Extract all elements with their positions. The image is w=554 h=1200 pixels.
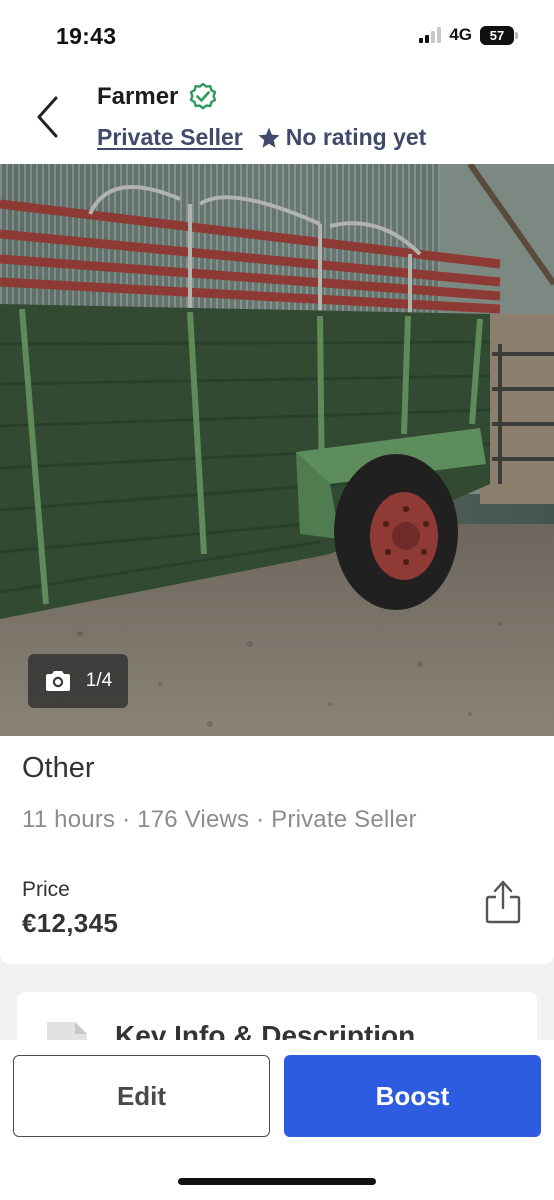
listing-photo[interactable]: 1/4 [0, 164, 554, 736]
action-bar: Edit Boost [0, 1040, 554, 1200]
verified-badge-icon [190, 82, 217, 110]
camera-icon [45, 671, 70, 691]
seller-name-row: Farmer [97, 82, 218, 112]
photo-counter: 1/4 [28, 654, 128, 708]
boost-button[interactable]: Boost [284, 1055, 541, 1137]
seller-type-link[interactable]: Private Seller [97, 124, 243, 151]
chevron-left-icon [37, 96, 58, 138]
price-value: €12,345 [22, 908, 119, 938]
status-bar: 19:43 4G 57 [0, 0, 554, 70]
seller-header: Farmer Private Seller No rating yet [0, 70, 554, 164]
photo-counter-text: 1/4 [85, 670, 113, 691]
home-indicator[interactable] [178, 1178, 376, 1185]
edit-button[interactable]: Edit [13, 1055, 270, 1137]
trailer-photo [0, 164, 554, 736]
star-icon [258, 127, 280, 148]
battery-level: 57 [489, 27, 505, 43]
status-time: 19:43 [56, 23, 117, 49]
seller-rating: No rating yet [257, 124, 427, 151]
signal-icon [419, 27, 442, 43]
rating-text: No rating yet [285, 124, 427, 150]
battery-icon: 57 [480, 25, 518, 45]
listing-info-card: Other 11 hours · 176 Views · Private Sel… [0, 736, 554, 964]
listing-title: Other [22, 752, 95, 784]
share-icon [485, 880, 521, 924]
back-button[interactable] [30, 92, 64, 142]
seller-name: Farmer [97, 83, 179, 110]
share-button[interactable] [482, 878, 524, 926]
price-label: Price [22, 878, 70, 901]
seller-meta: Private Seller No rating yet [97, 124, 426, 151]
listing-meta: 11 hours · 176 Views · Private Seller [22, 806, 417, 833]
status-indicators: 4G 57 [419, 25, 518, 45]
network-type: 4G [449, 25, 472, 44]
